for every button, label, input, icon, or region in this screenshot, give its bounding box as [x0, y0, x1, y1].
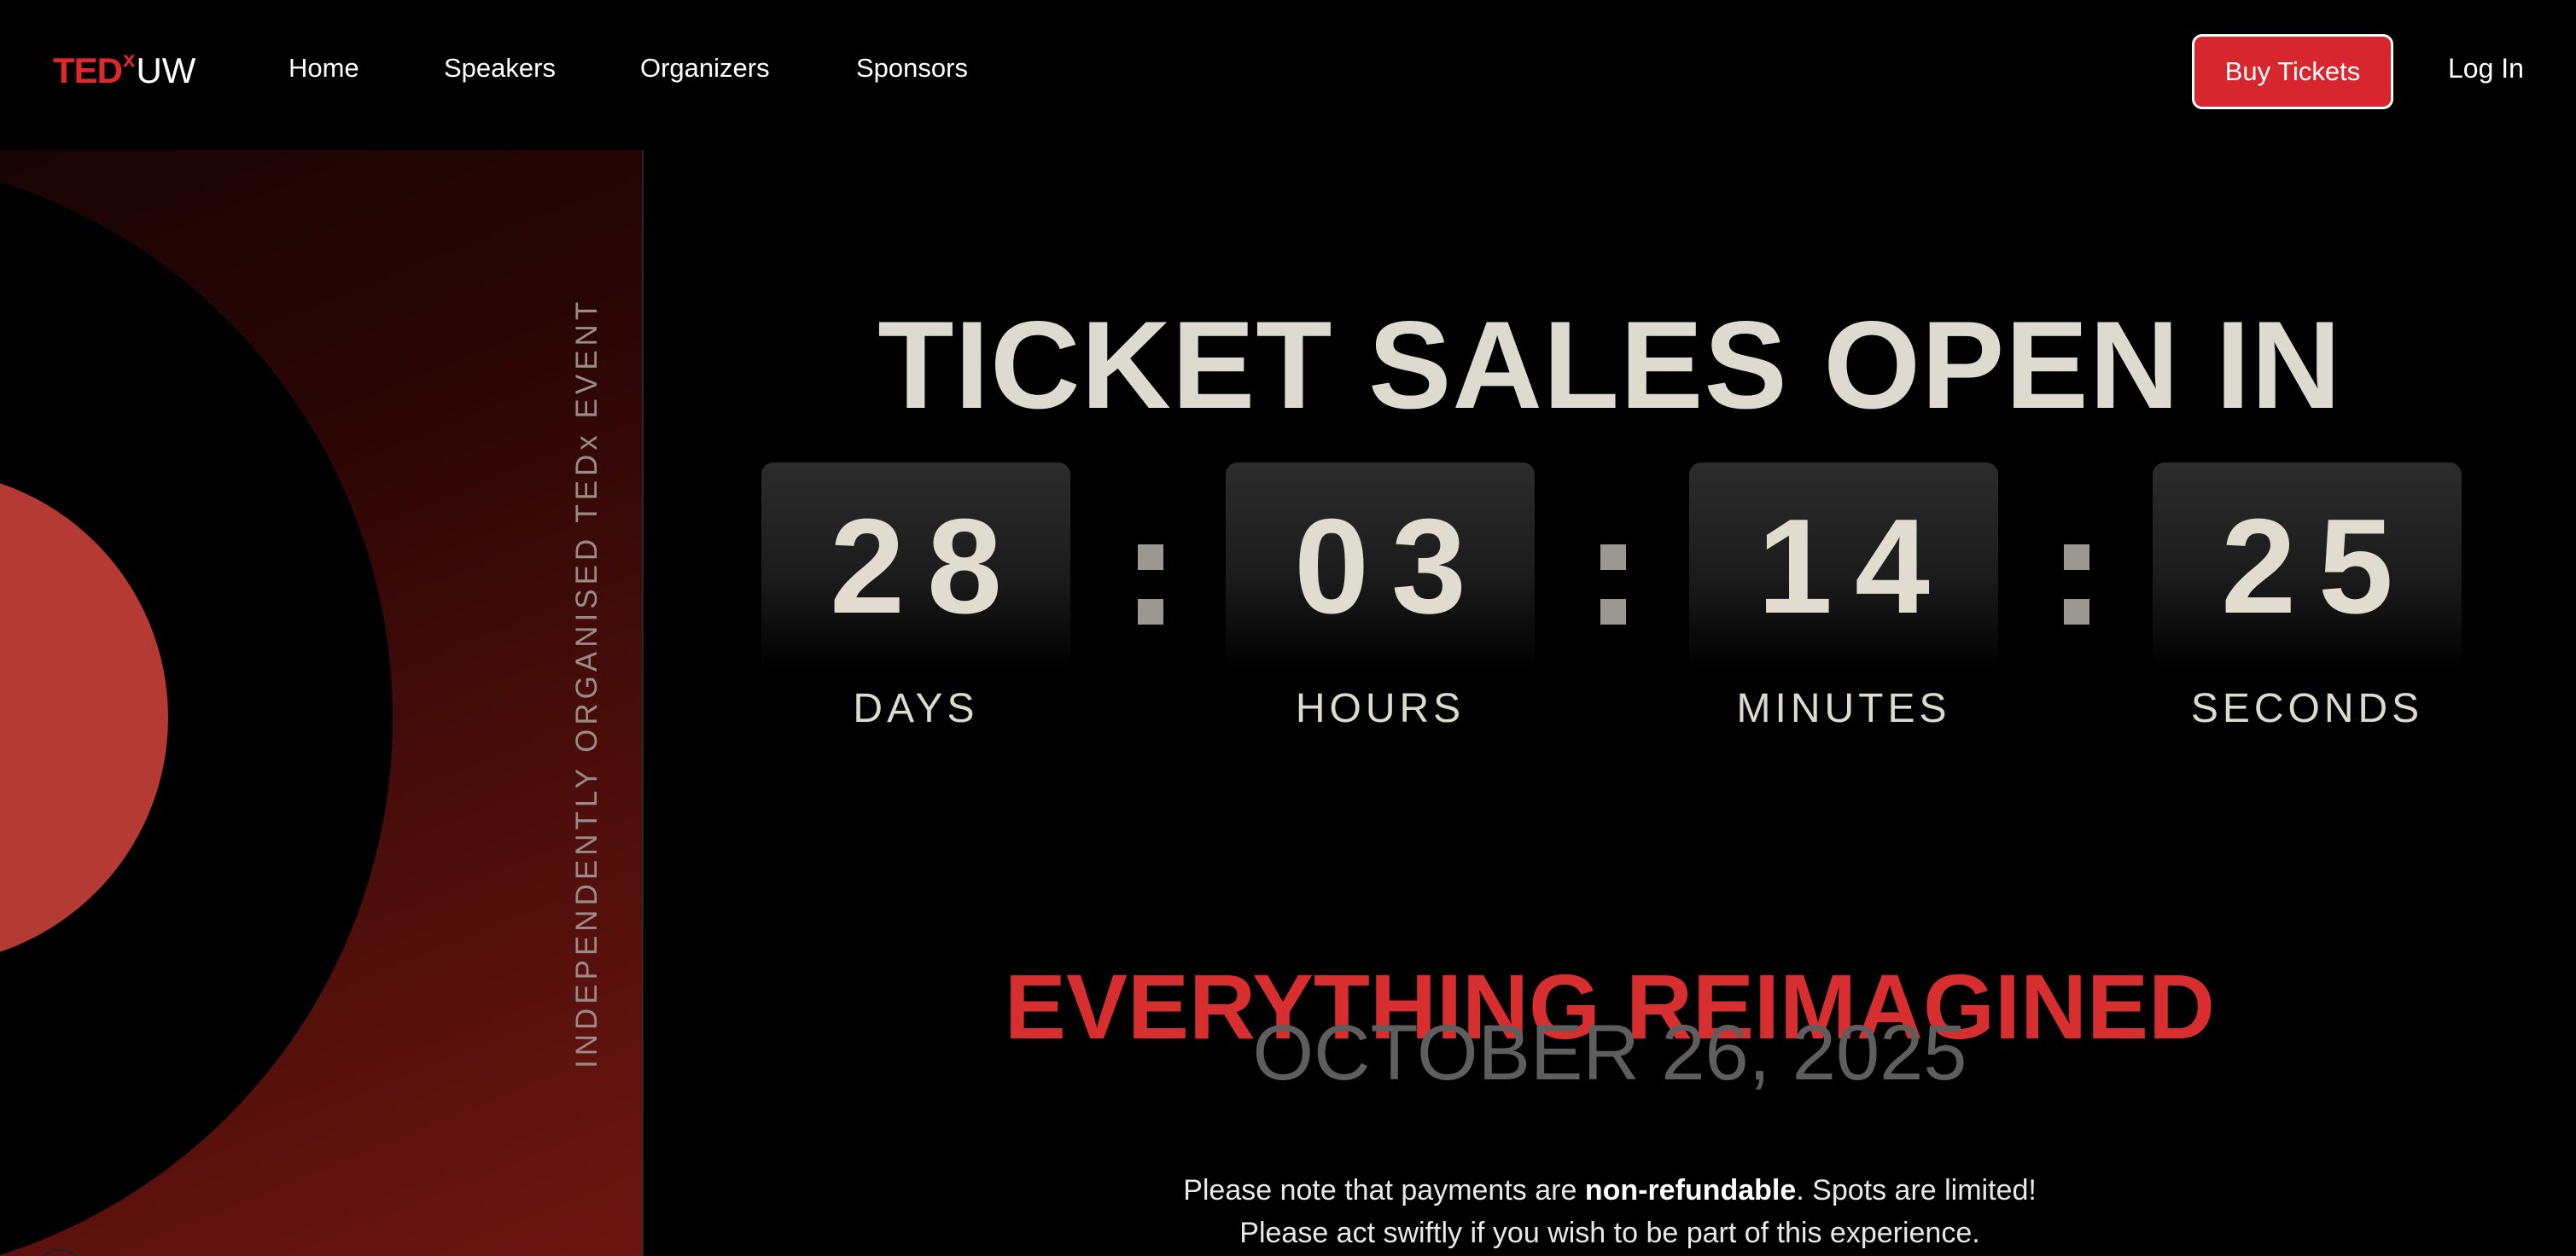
hero-art-panel: [0, 150, 642, 1256]
ticket-sales-headline: TICKET SALES OPEN IN: [877, 294, 2342, 434]
event-date: OCTOBER 26, 2025: [1252, 1009, 1967, 1096]
nav-link-sponsors[interactable]: Sponsors: [856, 51, 968, 85]
payment-notice-line-1: Please note that payments are non-refund…: [644, 1169, 2576, 1212]
countdown-hours-value: 03: [1226, 462, 1535, 671]
nav-link-speakers[interactable]: Speakers: [444, 51, 556, 85]
nav-link-home[interactable]: Home: [288, 51, 359, 85]
notice-text-after: . Spots are limited!: [1796, 1174, 2037, 1207]
countdown-separator: [1134, 531, 1169, 625]
log-in-link[interactable]: Log In: [2448, 51, 2524, 85]
countdown-seconds-value: 25: [2153, 462, 2462, 671]
countdown-days-label: DAYS: [853, 686, 979, 731]
countdown-hours-label: HOURS: [1295, 686, 1466, 731]
countdown-separator: [1597, 531, 1631, 625]
logo-ted-text: TED: [53, 50, 123, 90]
logo-x-superscript: x: [123, 46, 136, 72]
partial-ring-graphic: [34, 1249, 85, 1256]
independently-organised-label: INDEPENDENTLY ORGANISED TEDx EVENT: [570, 297, 603, 1068]
buy-tickets-button[interactable]: Buy Tickets: [2192, 34, 2393, 109]
countdown-minutes-label: MINUTES: [1736, 686, 1951, 731]
countdown-seconds-label: SECONDS: [2190, 686, 2424, 731]
nav-link-organizers[interactable]: Organizers: [640, 51, 770, 85]
logo-uw-text: UW: [136, 50, 196, 90]
countdown-separator: [2060, 531, 2095, 625]
notice-text-before: Please note that payments are: [1183, 1174, 1585, 1207]
payment-notice: Please note that payments are non-refund…: [644, 1169, 2576, 1254]
countdown-minutes-value: 14: [1689, 462, 1998, 671]
non-refundable-emphasis: non-refundable: [1584, 1174, 1797, 1207]
tedx-logo[interactable]: TED x UW: [53, 48, 195, 90]
top-navigation: TED x UW Home Speakers Organizers Sponso…: [0, 0, 2576, 150]
payment-notice-line-2: Please act swiftly if you wish to be par…: [1239, 1217, 1980, 1249]
countdown-days-value: 28: [761, 462, 1070, 671]
